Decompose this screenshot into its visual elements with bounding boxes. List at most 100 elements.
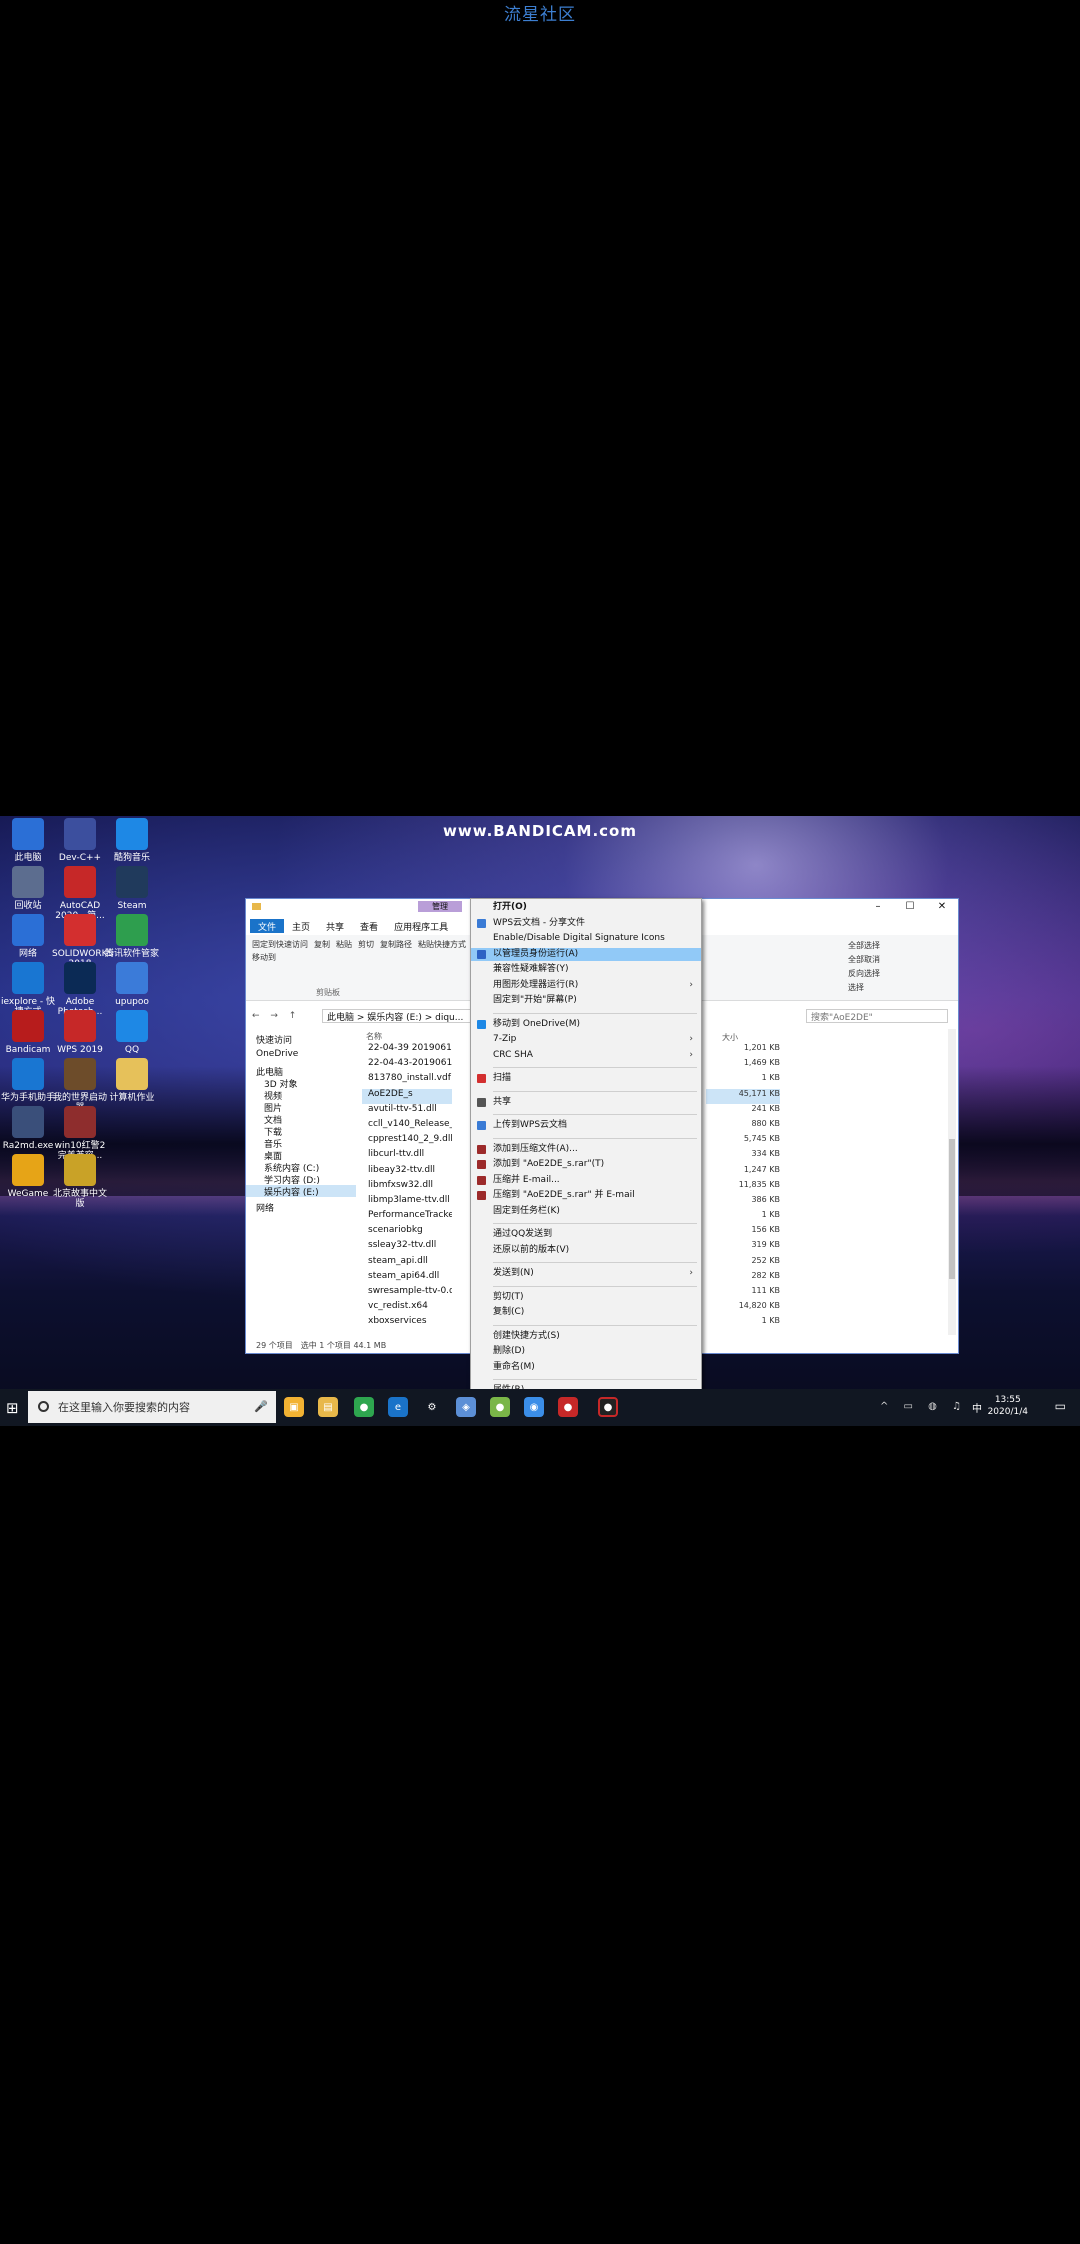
desktop-icon[interactable]: 网络 [0,914,56,959]
context-menu-item[interactable]: 上传到WPS云文档 [471,1119,701,1132]
file-row[interactable]: 22-04-39 201906115 [362,1043,452,1058]
context-menu-item[interactable]: 7-Zip › [471,1033,701,1046]
ribbon-button[interactable]: 选择 [848,983,864,992]
ribbon-tab[interactable]: 应用程序工具 [386,919,456,933]
nav-item[interactable]: 音乐 [246,1137,356,1150]
nav-item[interactable]: 此电脑 [246,1065,356,1078]
context-menu-item[interactable]: CRC SHA › [471,1049,701,1062]
wechat-icon[interactable]: ● [354,1397,374,1417]
ribbon-button[interactable]: 复制路径 [380,939,412,950]
nav-item[interactable]: 视频 [246,1089,356,1102]
nav-item[interactable]: 文档 [246,1113,356,1126]
qq-taskbar-icon[interactable]: ● [558,1397,578,1417]
ribbon-button[interactable]: 粘贴 [336,939,352,950]
nav-item[interactable]: OneDrive [246,1049,356,1061]
context-menu-item[interactable]: 移动到 OneDrive(M) [471,1018,701,1031]
desktop-icon[interactable]: 腾讯软件管家 [104,914,160,959]
ribbon-button[interactable]: 复制 [314,939,330,950]
desktop-icon[interactable]: Adobe Photosh... [52,962,108,1017]
desktop-icon[interactable]: 回收站 [0,866,56,911]
desktop-icon[interactable]: 华为手机助手 [0,1058,56,1103]
edge-icon[interactable]: e [388,1397,408,1417]
maximize-icon[interactable]: ☐ [894,899,926,915]
ribbon-button[interactable]: 粘贴快捷方式 [418,939,466,950]
nav-arrows[interactable]: ← → ↑ [246,1011,314,1021]
close-icon[interactable]: ✕ [926,899,958,915]
system-tray-icons[interactable]: ^ ▭ ◍ ♫ [880,1401,967,1412]
network-app-icon[interactable]: ◈ [456,1397,476,1417]
desktop-icon[interactable]: WPS 2019 [52,1010,108,1055]
notification-icon[interactable]: ▭ [1055,1399,1066,1413]
column-header-name[interactable]: 名称 [366,1031,382,1042]
bandicam-record-icon[interactable]: ● [598,1397,618,1417]
search-box[interactable]: 搜索"AoE2DE" [806,1009,948,1023]
minimize-icon[interactable]: – [862,899,894,915]
file-row[interactable]: vc_redist.x64 [362,1301,452,1316]
context-menu-item[interactable]: 以管理员身份运行(A) [471,947,701,961]
context-menu-item[interactable]: 复制(C) [471,1306,701,1319]
file-row[interactable]: AoE2DE_s [362,1088,452,1104]
desktop-icon[interactable]: Steam [104,866,160,911]
nav-item[interactable]: 系统内容 (C:) [246,1161,356,1174]
file-row[interactable]: libcurl-ttv.dll [362,1149,452,1164]
ribbon-button[interactable]: 固定到快速访问 [252,939,308,950]
nav-item[interactable]: 娱乐内容 (E:) [246,1185,356,1198]
ribbon-button[interactable]: 反向选择 [848,969,880,978]
game-app-icon[interactable]: ● [490,1397,510,1417]
context-menu-item[interactable]: 打开(O) [471,901,701,914]
file-row[interactable]: cpprest140_2_9.dll [362,1134,452,1149]
ribbon-button[interactable]: 全部取消 [848,955,880,964]
microphone-icon[interactable]: 🎤 [254,1400,268,1413]
file-row[interactable]: ccll_v140_Release_x6 [362,1119,452,1134]
ribbon-tab[interactable]: 文件 [250,919,285,933]
context-menu-item[interactable]: 扫描 [471,1072,701,1085]
desktop-icon[interactable]: Dev-C++ [52,818,108,863]
ribbon-tab[interactable]: 查看 [352,919,386,933]
nav-item[interactable]: 桌面 [246,1149,356,1162]
file-row[interactable]: PerformanceTracker [362,1210,452,1225]
file-row[interactable]: swresample-ttv-0.dll [362,1286,452,1301]
context-menu-item[interactable]: 共享 [471,1096,701,1109]
ribbon-button[interactable]: 移动到 [252,952,276,963]
context-menu-item[interactable]: 重命名(M) [471,1361,701,1374]
desktop-icon[interactable]: 北京故事中文版 [52,1154,108,1209]
context-menu-item[interactable]: 兼容性疑难解答(Y) [471,963,701,976]
context-menu-item[interactable]: 创建快捷方式(S) [471,1330,701,1343]
desktop-icon[interactable]: 我的世界启动器 [52,1058,108,1113]
nav-item[interactable]: 下载 [246,1125,356,1138]
context-menu-item[interactable]: 用图形处理器运行(R) › [471,979,701,992]
desktop-icon[interactable]: iexplore - 快捷方式 [0,962,56,1017]
scrollbar-thumb[interactable] [949,1139,955,1279]
file-row[interactable]: libmfxsw32.dll [362,1180,452,1195]
ribbon-tab[interactable]: 共享 [318,919,352,933]
file-row[interactable]: libeay32-ttv.dll [362,1165,452,1180]
store-icon[interactable]: ▣ [284,1397,304,1417]
file-row[interactable]: steam_api64.dll [362,1271,452,1286]
file-row[interactable]: steam_api.dll [362,1256,452,1271]
desktop-icon[interactable]: WeGame [0,1154,56,1199]
file-row[interactable]: xboxservices [362,1316,452,1331]
context-tab-manage[interactable]: 管理 [418,901,462,912]
file-row[interactable]: ssleay32-ttv.dll [362,1240,452,1255]
context-menu-item[interactable]: 压缩到 "AoE2DE_s.rar" 并 E-mail [471,1189,701,1202]
desktop-icon[interactable]: 计算机作业 [104,1058,160,1103]
clock[interactable]: 13:55 2020/1/4 [988,1394,1028,1418]
nav-item[interactable]: 快速访问 [246,1033,356,1046]
desktop-icon[interactable]: Ra2md.exe [0,1106,56,1151]
scrollbar[interactable] [948,1029,956,1335]
context-menu-item[interactable]: 剪切(T) [471,1291,701,1304]
context-menu-item[interactable]: 通过QQ发送到 [471,1228,701,1241]
nav-item[interactable]: 网络 [246,1201,356,1214]
context-menu-item[interactable]: 固定到任务栏(K) [471,1205,701,1218]
desktop-icon[interactable]: 此电脑 [0,818,56,863]
context-menu-item[interactable]: 添加到压缩文件(A)... [471,1143,701,1156]
nav-item[interactable]: 学习内容 (D:) [246,1173,356,1186]
context-menu-item[interactable]: 发送到(N) › [471,1267,701,1280]
context-menu-item[interactable]: 删除(D) [471,1345,701,1358]
file-explorer-icon[interactable]: ▤ [318,1397,338,1417]
nav-item[interactable]: 图片 [246,1101,356,1114]
file-row[interactable]: scenariobkg [362,1225,452,1240]
context-menu-item[interactable]: 压缩并 E-mail... [471,1174,701,1187]
context-menu-item[interactable]: 还原以前的版本(V) [471,1244,701,1257]
desktop-icon[interactable]: win10红警2完美兼容... [52,1106,108,1161]
